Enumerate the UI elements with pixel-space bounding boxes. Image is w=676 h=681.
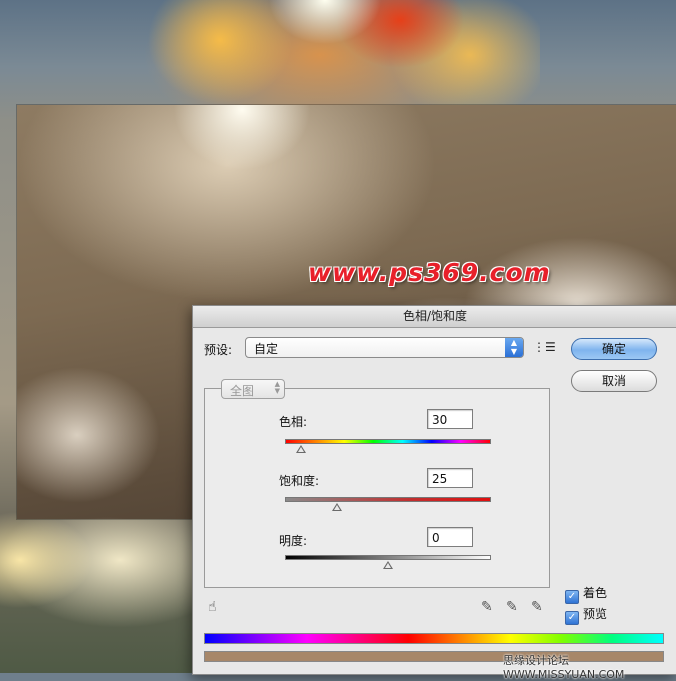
lightness-slider-track[interactable] xyxy=(285,555,491,560)
dialog-title[interactable]: 色相/饱和度 xyxy=(193,306,676,328)
hue-label: 色相: xyxy=(279,415,308,429)
select-arrows-icon: ▲ ▼ xyxy=(274,380,280,395)
channel-value: 全图 xyxy=(230,384,255,398)
checkmark-icon: ✓ xyxy=(565,590,579,604)
saturation-input[interactable]: 25 xyxy=(427,468,473,488)
lightness-slider-thumb[interactable] xyxy=(383,561,393,569)
saturation-label: 饱和度: xyxy=(279,474,320,488)
footer-credit: 思缘设计论坛 WWW.MISSYUAN.COM xyxy=(503,654,625,681)
eyedropper-icon[interactable]: ✎ xyxy=(481,599,493,615)
adjustment-group: 全图 ▲ ▼ 色相: 30 饱和度: 25 明度: 0 xyxy=(204,379,550,588)
hue-slider-track[interactable] xyxy=(285,439,491,444)
preview-label: 预览 xyxy=(583,607,608,621)
input-color-spectrum xyxy=(204,633,664,644)
preset-label: 预设: xyxy=(204,343,233,357)
lightness-input[interactable]: 0 xyxy=(427,527,473,547)
checkmark-icon: ✓ xyxy=(565,611,579,625)
ok-button[interactable]: 确定 xyxy=(571,338,657,360)
colorize-checkbox[interactable]: ✓ 着色 xyxy=(565,584,607,604)
saturation-slider-track[interactable] xyxy=(285,497,491,502)
colorize-label: 着色 xyxy=(583,586,608,600)
preset-options-icon[interactable]: ⋮☰ xyxy=(533,340,556,354)
eyedropper-plus-icon[interactable]: ✎ xyxy=(506,599,518,615)
targeted-adjustment-hand-icon[interactable]: ☝ xyxy=(208,599,217,615)
hue-slider-thumb[interactable] xyxy=(296,445,307,453)
saturation-slider-thumb[interactable] xyxy=(331,503,342,511)
preset-select[interactable]: 自定 ▲ ▼ xyxy=(245,337,524,358)
hue-saturation-dialog: 色相/饱和度 预设: 自定 ▲ ▼ ⋮☰ 确定 取消 全图 ▲ ▼ 色相: 30 饱… xyxy=(192,305,676,681)
hue-input[interactable]: 30 xyxy=(427,409,473,429)
watermark: www.ps369.com xyxy=(308,258,551,287)
channel-select[interactable]: 全图 ▲ ▼ xyxy=(221,379,285,399)
lightness-label: 明度: xyxy=(279,534,308,548)
cancel-button[interactable]: 取消 xyxy=(571,370,657,392)
preview-checkbox[interactable]: ✓ 预览 xyxy=(565,605,607,625)
eyedropper-minus-icon[interactable]: ✎ xyxy=(531,599,543,615)
select-arrows-icon: ▲ ▼ xyxy=(505,338,523,357)
preset-value: 自定 xyxy=(254,342,279,356)
